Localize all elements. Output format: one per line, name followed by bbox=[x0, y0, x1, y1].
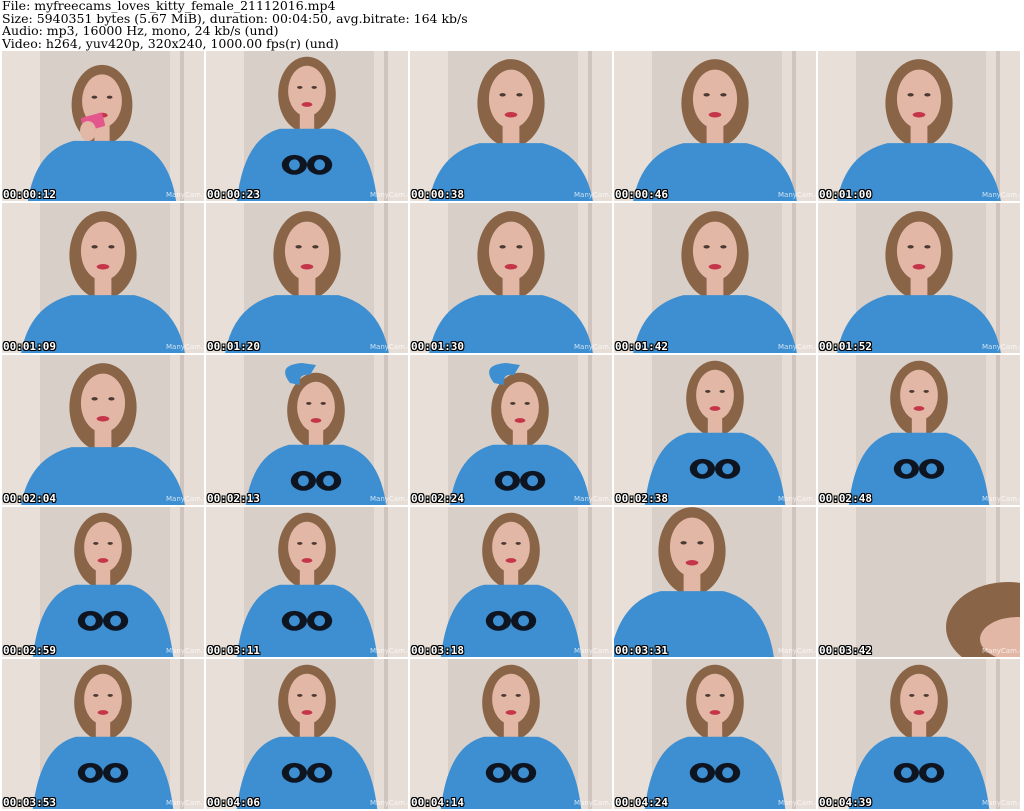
svg-text:ManyCam.com: ManyCam.com bbox=[982, 495, 1020, 503]
frame-timestamp: 00:04:24 bbox=[615, 796, 668, 809]
video-frame-thumbnail: ManyCam.com 00:01:30 bbox=[410, 203, 612, 353]
video-frame-thumbnail: ManyCam.com 00:02:13 bbox=[206, 355, 408, 505]
svg-text:ManyCam.com: ManyCam.com bbox=[166, 647, 204, 655]
video-frame-thumbnail: ManyCam.com 00:01:20 bbox=[206, 203, 408, 353]
video-frame-thumbnail: ManyCam.com 00:01:42 bbox=[614, 203, 816, 353]
svg-text:ManyCam.com: ManyCam.com bbox=[982, 647, 1020, 655]
video-frame-thumbnail: ManyCam.com 00:04:14 bbox=[410, 659, 612, 809]
svg-text:ManyCam.com: ManyCam.com bbox=[166, 191, 204, 199]
video-frame-thumbnail: ManyCam.com 00:01:00 bbox=[818, 51, 1020, 201]
frame-timestamp: 00:01:00 bbox=[819, 188, 872, 201]
video-frame-thumbnail: ManyCam.com 00:00:38 bbox=[410, 51, 612, 201]
frame-timestamp: 00:02:04 bbox=[3, 492, 56, 505]
frame-timestamp: 00:01:42 bbox=[615, 340, 668, 353]
video-frame-thumbnail: ManyCam.com 00:01:52 bbox=[818, 203, 1020, 353]
svg-text:ManyCam.com: ManyCam.com bbox=[370, 343, 408, 351]
frame-timestamp: 00:01:20 bbox=[207, 340, 260, 353]
video-frame-thumbnail: ManyCam.com 00:02:04 bbox=[2, 355, 204, 505]
svg-text:ManyCam.com: ManyCam.com bbox=[574, 647, 612, 655]
frame-timestamp: 00:04:06 bbox=[207, 796, 260, 809]
frame-timestamp: 00:00:23 bbox=[207, 188, 260, 201]
svg-text:ManyCam.com: ManyCam.com bbox=[166, 495, 204, 503]
frame-timestamp: 00:00:46 bbox=[615, 188, 668, 201]
svg-text:ManyCam.com: ManyCam.com bbox=[778, 799, 816, 807]
video-frame-thumbnail: ManyCam.com 00:02:24 bbox=[410, 355, 612, 505]
svg-text:ManyCam.com: ManyCam.com bbox=[778, 647, 816, 655]
video-frame-thumbnail: ManyCam.com 00:04:39 bbox=[818, 659, 1020, 809]
video-frame-thumbnail: ManyCam.com 00:02:38 bbox=[614, 355, 816, 505]
video-frame-thumbnail: ManyCam.com 00:03:53 bbox=[2, 659, 204, 809]
svg-text:ManyCam.com: ManyCam.com bbox=[370, 191, 408, 199]
frame-timestamp: 00:01:52 bbox=[819, 340, 872, 353]
video-frame-thumbnail: ManyCam.com 00:02:59 bbox=[2, 507, 204, 657]
video-frame-thumbnail: ManyCam.com 00:03:11 bbox=[206, 507, 408, 657]
video-frame-thumbnail: ManyCam.com 00:00:46 bbox=[614, 51, 816, 201]
svg-text:ManyCam.com: ManyCam.com bbox=[574, 343, 612, 351]
video-info-header: File: myfreecams_loves_kitty_female_2111… bbox=[2, 0, 1020, 50]
svg-text:ManyCam.com: ManyCam.com bbox=[778, 495, 816, 503]
video-frame-thumbnail: ManyCam.com 00:04:24 bbox=[614, 659, 816, 809]
video-info-line: Video: h264, yuv420p, 320x240, 1000.00 f… bbox=[2, 35, 339, 51]
video-frame-thumbnail: ManyCam.com 00:03:42 bbox=[818, 507, 1020, 657]
frame-timestamp: 00:02:24 bbox=[411, 492, 464, 505]
thumbnail-grid: ManyCam.com00:00:12ManyCam.com00:00:23Ma… bbox=[2, 51, 1022, 810]
frame-timestamp: 00:02:38 bbox=[615, 492, 668, 505]
frame-timestamp: 00:02:13 bbox=[207, 492, 260, 505]
video-frame-thumbnail: ManyCam.com 00:01:09 bbox=[2, 203, 204, 353]
frame-timestamp: 00:00:38 bbox=[411, 188, 464, 201]
video-frame-thumbnail: ManyCam.com 00:04:06 bbox=[206, 659, 408, 809]
svg-text:ManyCam.com: ManyCam.com bbox=[166, 343, 204, 351]
svg-text:ManyCam.com: ManyCam.com bbox=[982, 799, 1020, 807]
svg-text:ManyCam.com: ManyCam.com bbox=[166, 799, 204, 807]
video-frame-thumbnail: ManyCam.com 00:03:18 bbox=[410, 507, 612, 657]
frame-timestamp: 00:03:53 bbox=[3, 796, 56, 809]
frame-timestamp: 00:02:48 bbox=[819, 492, 872, 505]
svg-text:ManyCam.com: ManyCam.com bbox=[778, 343, 816, 351]
video-frame-thumbnail: ManyCam.com 00:00:23 bbox=[206, 51, 408, 201]
frame-timestamp: 00:04:14 bbox=[411, 796, 464, 809]
frame-timestamp: 00:01:09 bbox=[3, 340, 56, 353]
svg-text:ManyCam.com: ManyCam.com bbox=[982, 191, 1020, 199]
svg-text:ManyCam.com: ManyCam.com bbox=[370, 647, 408, 655]
frame-timestamp: 00:03:31 bbox=[615, 644, 668, 657]
frame-timestamp: 00:03:42 bbox=[819, 644, 872, 657]
svg-text:ManyCam.com: ManyCam.com bbox=[574, 799, 612, 807]
video-frame-thumbnail: ManyCam.com 00:03:31 bbox=[614, 507, 816, 657]
svg-text:ManyCam.com: ManyCam.com bbox=[778, 191, 816, 199]
frame-timestamp: 00:04:39 bbox=[819, 796, 872, 809]
frame-timestamp: 00:01:30 bbox=[411, 340, 464, 353]
frame-timestamp: 00:00:12 bbox=[3, 188, 56, 201]
frame-timestamp: 00:03:18 bbox=[411, 644, 464, 657]
svg-text:ManyCam.com: ManyCam.com bbox=[370, 495, 408, 503]
video-frame-thumbnail: ManyCam.com 00:00:12 bbox=[2, 51, 204, 201]
svg-text:ManyCam.com: ManyCam.com bbox=[982, 343, 1020, 351]
video-frame-thumbnail: ManyCam.com 00:02:48 bbox=[818, 355, 1020, 505]
svg-text:ManyCam.com: ManyCam.com bbox=[574, 191, 612, 199]
frame-timestamp: 00:03:11 bbox=[207, 644, 260, 657]
svg-text:ManyCam.com: ManyCam.com bbox=[574, 495, 612, 503]
svg-text:ManyCam.com: ManyCam.com bbox=[370, 799, 408, 807]
frame-timestamp: 00:02:59 bbox=[3, 644, 56, 657]
